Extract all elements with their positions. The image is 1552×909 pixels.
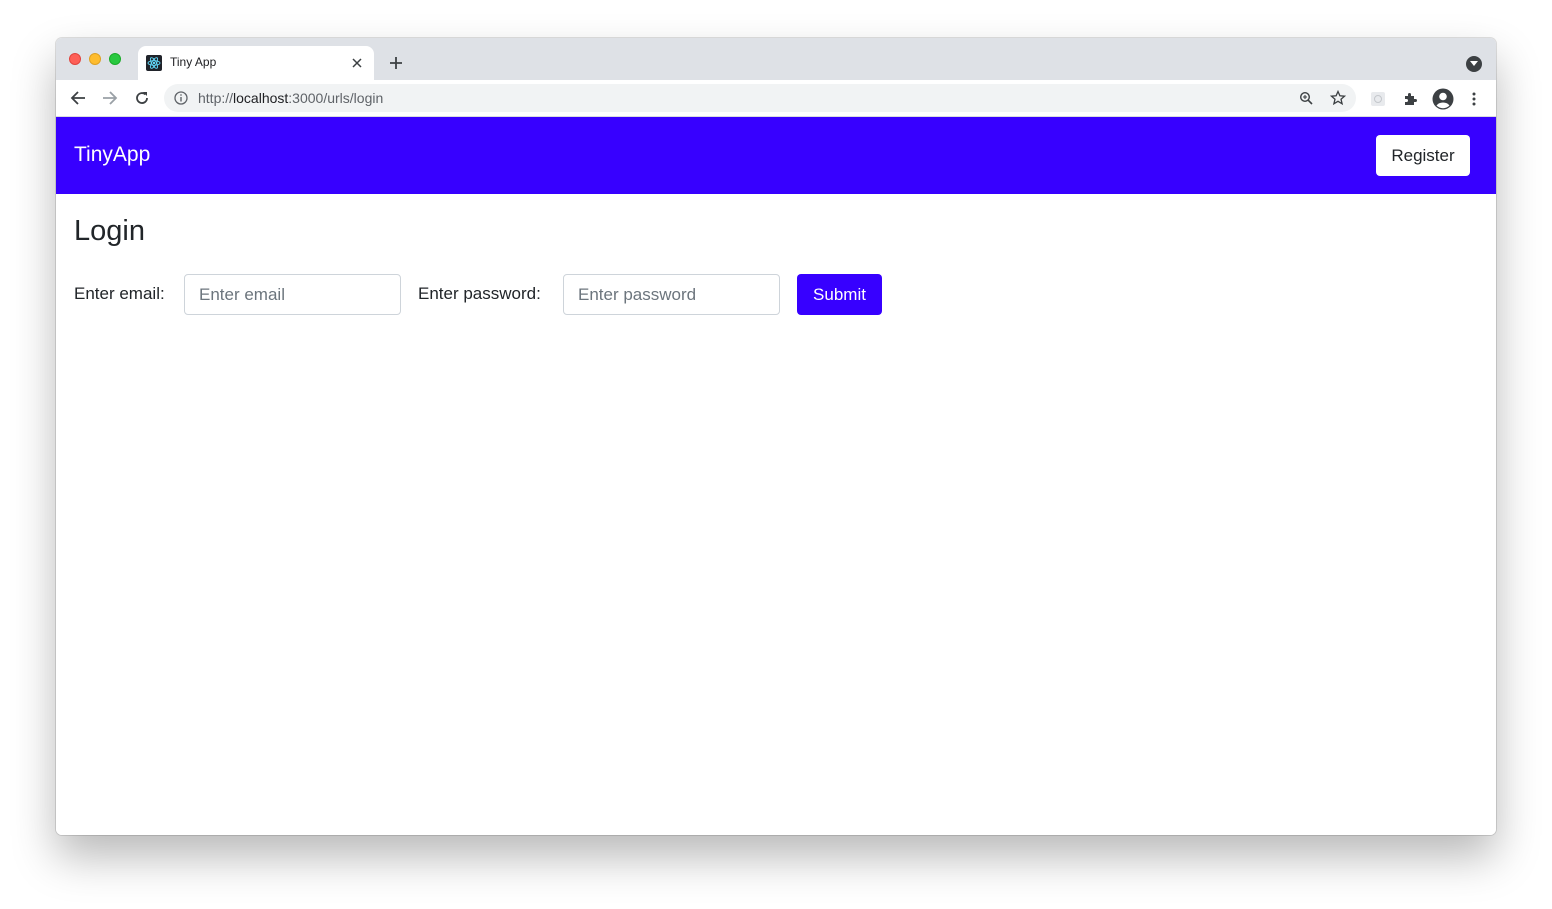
brand-logo[interactable]: TinyApp xyxy=(74,143,150,167)
puzzle-icon[interactable] xyxy=(1400,89,1420,109)
back-icon[interactable] xyxy=(68,88,88,108)
close-window-button[interactable] xyxy=(69,53,81,65)
info-icon[interactable] xyxy=(174,91,188,105)
forward-icon[interactable] xyxy=(100,88,120,108)
email-field[interactable] xyxy=(184,274,401,315)
submit-button[interactable]: Submit xyxy=(797,274,882,315)
url-path: :3000/urls/login xyxy=(288,90,384,106)
extension-icon[interactable] xyxy=(1368,89,1388,109)
url-text[interactable]: http://localhost:3000/urls/login xyxy=(198,90,383,106)
url-scheme: http:// xyxy=(198,90,234,106)
star-icon[interactable] xyxy=(1330,90,1346,106)
maximize-window-button[interactable] xyxy=(109,53,121,65)
tab-title: Tiny App xyxy=(170,55,217,69)
tab-strip: Tiny App xyxy=(56,38,1496,80)
minimize-window-button[interactable] xyxy=(89,53,101,65)
browser-toolbar: http://localhost:3000/urls/login xyxy=(56,80,1496,117)
register-button[interactable]: Register xyxy=(1376,135,1470,176)
tab-search-icon[interactable] xyxy=(1466,56,1482,72)
password-field[interactable] xyxy=(563,274,780,315)
email-label: Enter email: xyxy=(74,284,165,303)
plus-icon[interactable] xyxy=(386,53,406,73)
page-title: Login xyxy=(74,215,145,247)
close-icon[interactable] xyxy=(348,54,366,72)
browser-tab[interactable]: Tiny App xyxy=(138,46,374,80)
password-label: Enter password: xyxy=(418,284,541,303)
app-navbar: TinyApp Register xyxy=(56,117,1496,194)
profile-icon[interactable] xyxy=(1431,87,1455,111)
menu-icon[interactable] xyxy=(1464,89,1484,109)
browser-window: Tiny App http://localhost:3000/urls/logi… xyxy=(56,38,1496,835)
address-bar[interactable]: http://localhost:3000/urls/login xyxy=(164,84,1356,112)
react-favicon-icon xyxy=(146,55,162,71)
reload-icon[interactable] xyxy=(132,88,152,108)
zoom-icon[interactable] xyxy=(1298,90,1314,106)
url-host: localhost xyxy=(233,90,289,106)
page-content: TinyApp Register Login Enter email: Ente… xyxy=(56,117,1496,835)
